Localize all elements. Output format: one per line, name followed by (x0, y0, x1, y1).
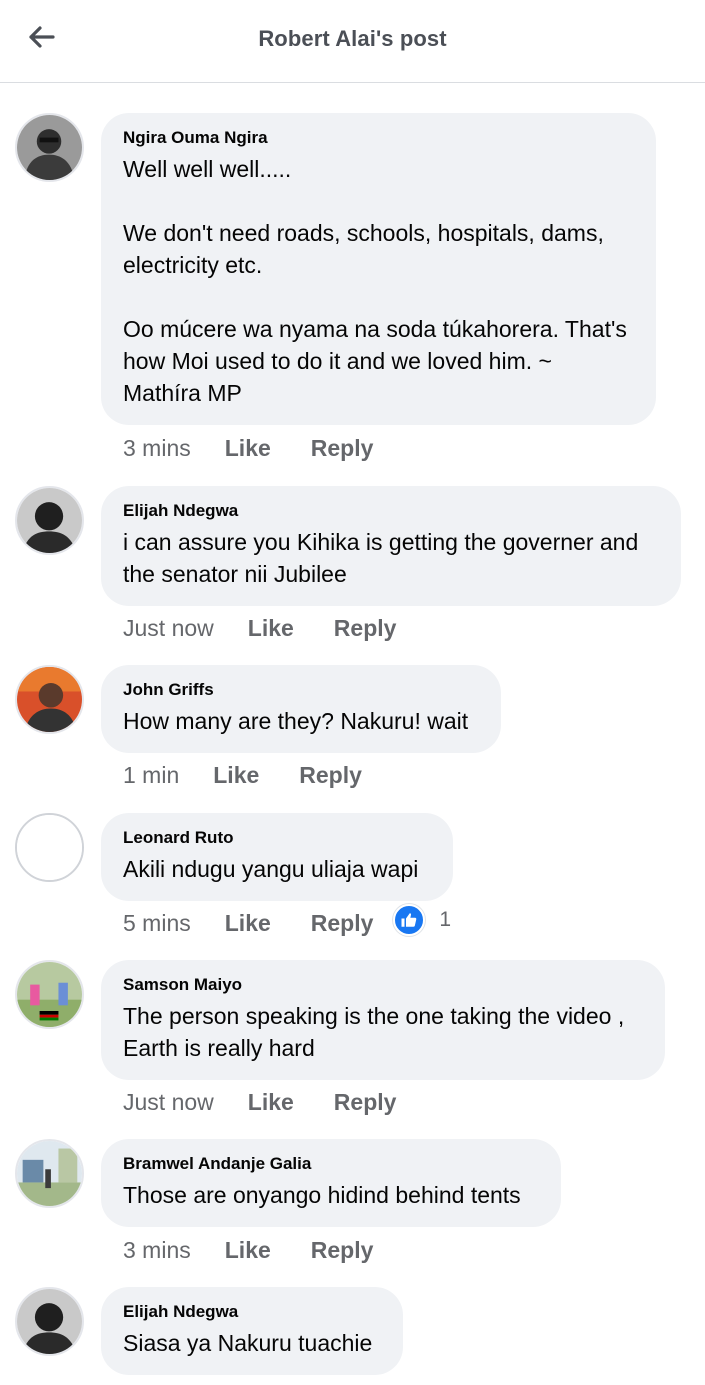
like-button[interactable]: Like (248, 1089, 294, 1116)
like-button[interactable]: Like (225, 1237, 271, 1264)
comment-text: i can assure you Kihika is getting the g… (123, 529, 639, 587)
avatar[interactable] (15, 813, 84, 882)
comment-bubble[interactable]: Elijah Ndegwa i can assure you Kihika is… (101, 486, 681, 606)
reply-button[interactable]: Reply (311, 435, 374, 462)
avatar[interactable] (15, 960, 84, 1029)
comment-text: Those are onyango hidind behind tents (123, 1182, 521, 1208)
like-button[interactable]: Like (225, 435, 271, 462)
reply-button[interactable]: Reply (311, 1237, 374, 1264)
reaction-count: 1 (439, 908, 452, 931)
comment-time[interactable]: Just now (123, 615, 214, 642)
reply-button[interactable]: Reply (334, 615, 397, 642)
comment-author[interactable]: Elijah Ndegwa (123, 501, 659, 521)
comment-text: How many are they? Nakuru! wait (123, 708, 469, 734)
page-title: Robert Alai's post (258, 26, 447, 51)
profile-photo (17, 667, 82, 732)
comment-bubble[interactable]: Ngira Ouma Ngira Well well well..... We … (101, 113, 656, 425)
comment-bubble[interactable]: Bramwel Andanje Galia Those are onyango … (101, 1139, 561, 1227)
reaction-summary[interactable]: 1 (393, 904, 451, 936)
comment-text: Well well well..... We don't need roads,… (123, 156, 627, 406)
avatar[interactable] (15, 1287, 84, 1356)
reply-button[interactable]: Reply (311, 910, 374, 937)
like-button[interactable]: Like (213, 762, 259, 789)
profile-photo (17, 962, 82, 1027)
profile-photo (17, 488, 82, 553)
comment-time[interactable]: 1 min (123, 762, 179, 789)
profile-photo-blank (17, 815, 82, 880)
comment-author[interactable]: John Griffs (123, 680, 479, 700)
avatar[interactable] (15, 486, 84, 555)
avatar[interactable] (15, 665, 84, 734)
like-button[interactable]: Like (248, 615, 294, 642)
comment-actions: Just now Like Reply (123, 612, 436, 644)
comment-text: Akili ndugu yangu uliaja wapi (123, 856, 419, 882)
reply-button[interactable]: Reply (299, 762, 362, 789)
comment-text: Siasa ya Nakuru tuachie (123, 1330, 373, 1356)
comment-bubble[interactable]: Samson Maiyo The person speaking is the … (101, 960, 665, 1080)
comment-bubble[interactable]: John Griffs How many are they? Nakuru! w… (101, 665, 501, 753)
profile-photo (17, 1289, 82, 1354)
avatar[interactable] (15, 1139, 84, 1208)
comment-author[interactable]: Elijah Ndegwa (123, 1302, 381, 1322)
comment-time[interactable]: 3 mins (123, 1237, 191, 1264)
comment-bubble[interactable]: Leonard Ruto Akili ndugu yangu uliaja wa… (101, 813, 453, 901)
comment-actions: 3 mins Like Reply (123, 1234, 413, 1266)
comment-author[interactable]: Bramwel Andanje Galia (123, 1154, 539, 1174)
top-bar: Robert Alai's post (0, 0, 705, 83)
comment-author[interactable]: Samson Maiyo (123, 975, 643, 995)
profile-photo (17, 1141, 82, 1206)
avatar[interactable] (15, 113, 84, 182)
comment-time[interactable]: 3 mins (123, 435, 191, 462)
reply-button[interactable]: Reply (334, 1089, 397, 1116)
thumbs-up-icon (393, 904, 426, 936)
comment-time[interactable]: Just now (123, 1089, 214, 1116)
comment-time[interactable]: 5 mins (123, 910, 191, 937)
comment-actions: 3 mins Like Reply (123, 432, 413, 464)
comment-actions: Just now Like Reply (123, 1086, 436, 1118)
comment-actions: 1 min Like Reply (123, 759, 402, 791)
comment-author[interactable]: Leonard Ruto (123, 828, 431, 848)
comment-actions: 5 mins Like Reply 1 (123, 904, 451, 939)
comment-bubble[interactable]: Elijah Ndegwa Siasa ya Nakuru tuachie (101, 1287, 403, 1375)
profile-photo (17, 115, 82, 180)
comment-author[interactable]: Ngira Ouma Ngira (123, 128, 634, 148)
like-button[interactable]: Like (225, 910, 271, 937)
comment-text: The person speaking is the one taking th… (123, 1003, 625, 1061)
